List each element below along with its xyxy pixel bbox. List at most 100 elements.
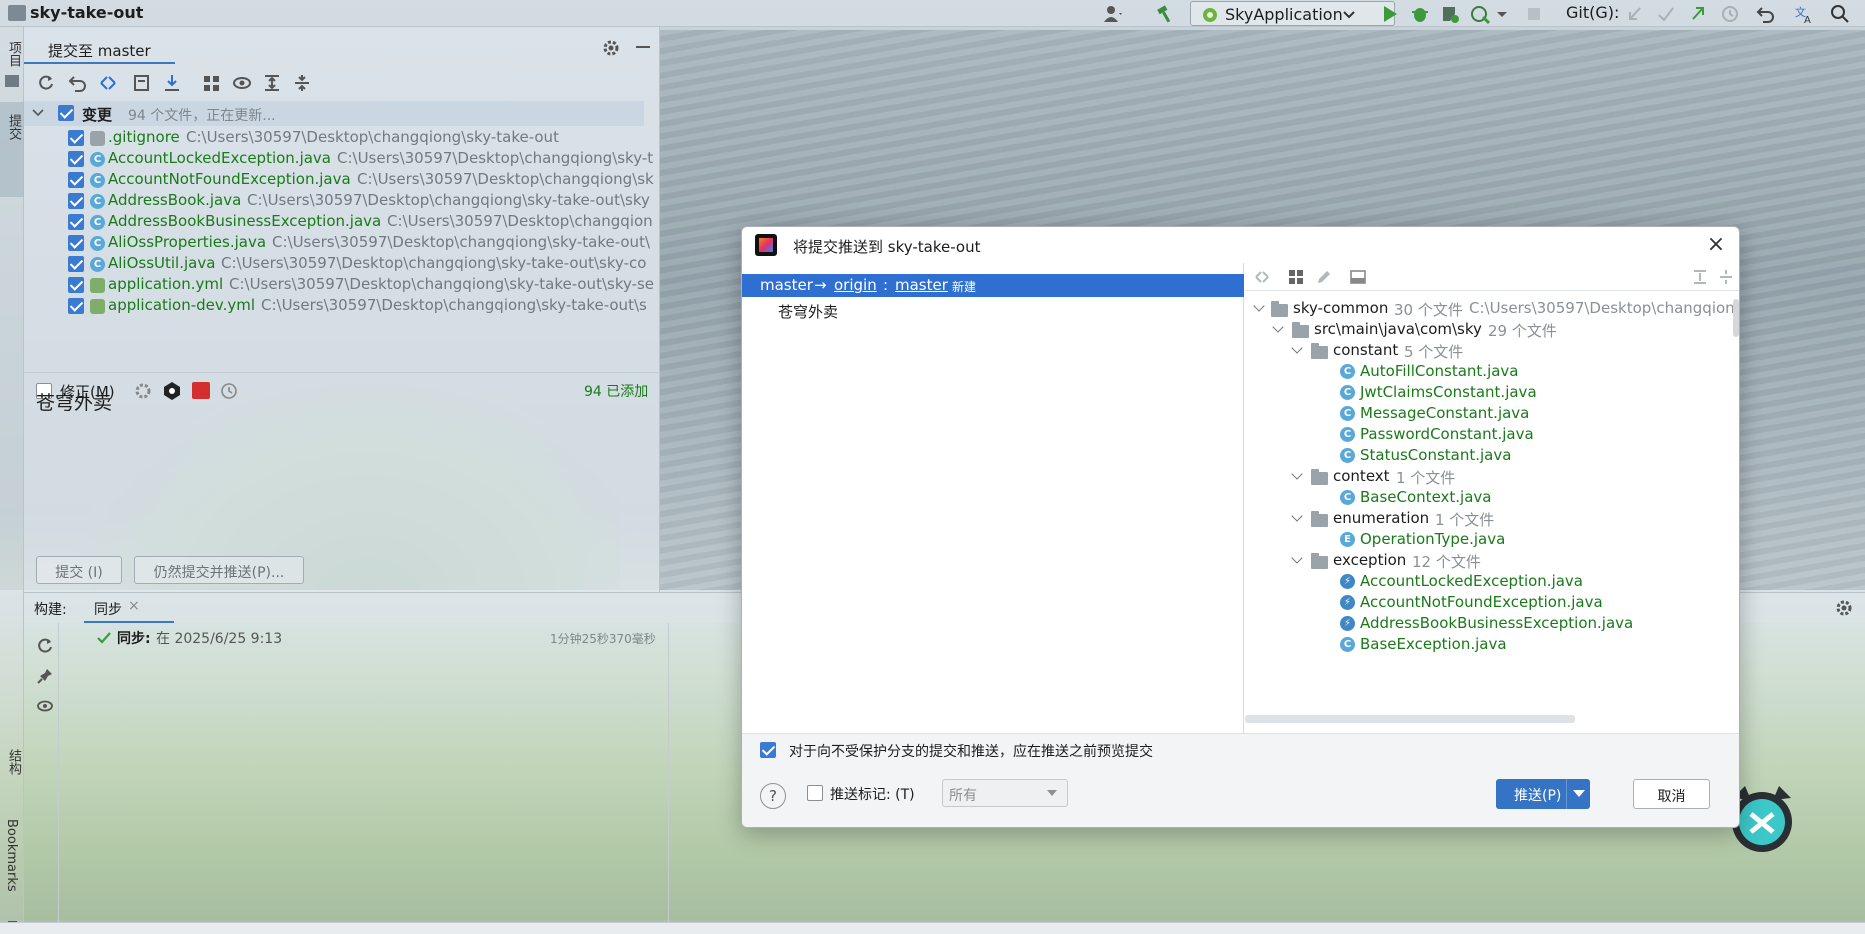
git-update-icon[interactable] [1625,4,1645,24]
commit-message-text[interactable]: 苍穹外卖 [36,388,112,415]
branch-row[interactable]: master → origin : master 新建 [742,274,1244,297]
undo-icon[interactable] [68,73,88,93]
debug-icon[interactable] [1410,4,1430,24]
pin-icon[interactable] [36,667,54,685]
project-tool-tab[interactable]: 项目 [4,41,23,67]
project-title[interactable]: sky-take-out [30,3,143,22]
search-icon[interactable] [1830,4,1850,24]
file-checkbox[interactable] [68,130,84,146]
push-button[interactable]: 推送(P) [1496,779,1590,809]
tree-file-name: JwtClaimsConstant.java [1360,383,1537,401]
structure-tool-tab[interactable]: 结构 [4,749,23,775]
commit-entry[interactable]: 苍穹外卖 [778,301,838,322]
tree-item-count: 1 个文件 [1435,511,1495,529]
group-by-icon[interactable] [1287,268,1305,286]
status-bar [0,922,1865,934]
commit-tool-tab[interactable]: 提交 [0,102,24,197]
build-hammer-icon[interactable] [1155,4,1175,24]
collapse-all-icon[interactable] [292,73,312,93]
help-button[interactable]: ? [760,783,786,809]
bookmarks-tool-tab[interactable]: Bookmarks [4,819,19,892]
sync-refresh-icon[interactable] [36,637,54,655]
changes-group-header[interactable]: 变更 94 个文件，正在更新... [24,101,644,126]
gitignore-icon [90,131,105,146]
chevron-down-icon[interactable] [1291,468,1303,480]
commit-button[interactable]: 提交 (I) [36,556,122,584]
file-path: C:\Users\30597\Desktop\changqiong\sk [357,170,654,188]
push-options-chevron-icon[interactable] [1573,790,1585,798]
chevron-down-icon[interactable] [1291,552,1303,564]
file-checkbox[interactable] [68,235,84,251]
settings-gear-icon[interactable] [602,39,620,57]
module-icon [1271,301,1288,317]
refresh-icon[interactable] [36,73,56,93]
remote-branch[interactable]: master [895,276,948,294]
shelve-icon[interactable] [132,73,152,93]
sync-title[interactable]: 同步: [117,628,151,648]
diff-icon[interactable] [98,73,118,93]
collapse-all-icon[interactable] [1717,268,1735,286]
changes-checkbox[interactable] [58,105,74,121]
build-sync-tab[interactable]: 同步 × [84,593,174,623]
git-commit-icon[interactable] [1656,4,1676,24]
coverage-icon[interactable] [1440,4,1460,24]
expand-all-icon[interactable] [1691,268,1709,286]
expand-all-icon[interactable] [262,73,282,93]
push-tags-checkbox[interactable] [807,785,823,801]
file-row[interactable]: application-dev.yml C:\Users\30597\Deskto… [24,296,660,321]
cancel-button[interactable]: 取消 [1633,779,1710,809]
run-icon[interactable] [1380,4,1400,24]
profile-icon[interactable] [1470,4,1490,24]
push-tags-label: 推送标记: (T) [830,787,915,803]
chevron-down-icon[interactable] [32,109,44,117]
chevron-down-icon[interactable] [1291,510,1303,522]
close-tab-icon[interactable]: × [128,598,140,614]
file-checkbox[interactable] [68,214,84,230]
tree-scrollbar[interactable] [1733,299,1739,337]
build-settings-gear-icon[interactable] [1835,599,1853,617]
file-checkbox[interactable] [68,172,84,188]
push-split-divider [1566,779,1567,809]
file-checkbox[interactable] [68,256,84,272]
file-checkbox[interactable] [68,151,84,167]
java-class-icon: C [90,257,105,272]
spring-boot-icon [1203,8,1217,22]
minimize-icon[interactable] [636,46,650,48]
file-checkbox[interactable] [68,298,84,314]
preview-before-push-checkbox[interactable] [760,742,776,758]
commit-toolbar [24,67,660,97]
preview-panel-icon[interactable] [1349,268,1367,286]
sync-time: 在 2025/6/25 9:13 [156,631,283,647]
java-class-icon: C [1340,427,1355,442]
tree-file-name: AddressBookBusinessException.java [1360,614,1634,632]
user-icon[interactable] [1103,4,1123,24]
close-icon[interactable]: × [1705,234,1727,256]
tree-file-name: StatusConstant.java [1360,446,1512,464]
commit-message-editor[interactable]: 苍穹外卖 [24,380,660,580]
commit-tab[interactable]: 提交至 master [24,34,175,64]
edit-icon[interactable] [1315,268,1333,286]
rollback-icon[interactable] [1756,4,1776,24]
history-icon[interactable] [1720,4,1740,24]
download-icon[interactable] [162,73,182,93]
run-configuration-select[interactable]: SkyApplication [1190,1,1395,26]
commit-and-push-button[interactable]: 仍然提交并推送(P)... [134,556,304,584]
diff-icon[interactable] [1253,268,1271,286]
java-enum-icon: E [1340,532,1355,547]
file-checkbox[interactable] [68,193,84,209]
chevron-down-icon[interactable] [1291,342,1303,354]
push-tags-select[interactable]: 所有 [942,779,1068,807]
tree-file-name: OperationType.java [1360,530,1506,548]
chevron-down-icon[interactable] [1253,300,1265,312]
translate-icon[interactable]: 文A [1794,4,1814,24]
more-run-chevron-icon[interactable] [1496,4,1516,24]
chevron-down-icon[interactable] [1272,321,1284,333]
eye-icon[interactable] [232,73,252,93]
horizontal-scrollbar[interactable] [1245,715,1575,723]
group-by-icon[interactable] [202,73,222,93]
git-push-icon[interactable] [1688,4,1708,24]
remote-name[interactable]: origin [834,276,877,294]
file-checkbox[interactable] [68,277,84,293]
view-options-eye-icon[interactable] [36,697,54,715]
stop-icon[interactable] [1524,4,1544,24]
